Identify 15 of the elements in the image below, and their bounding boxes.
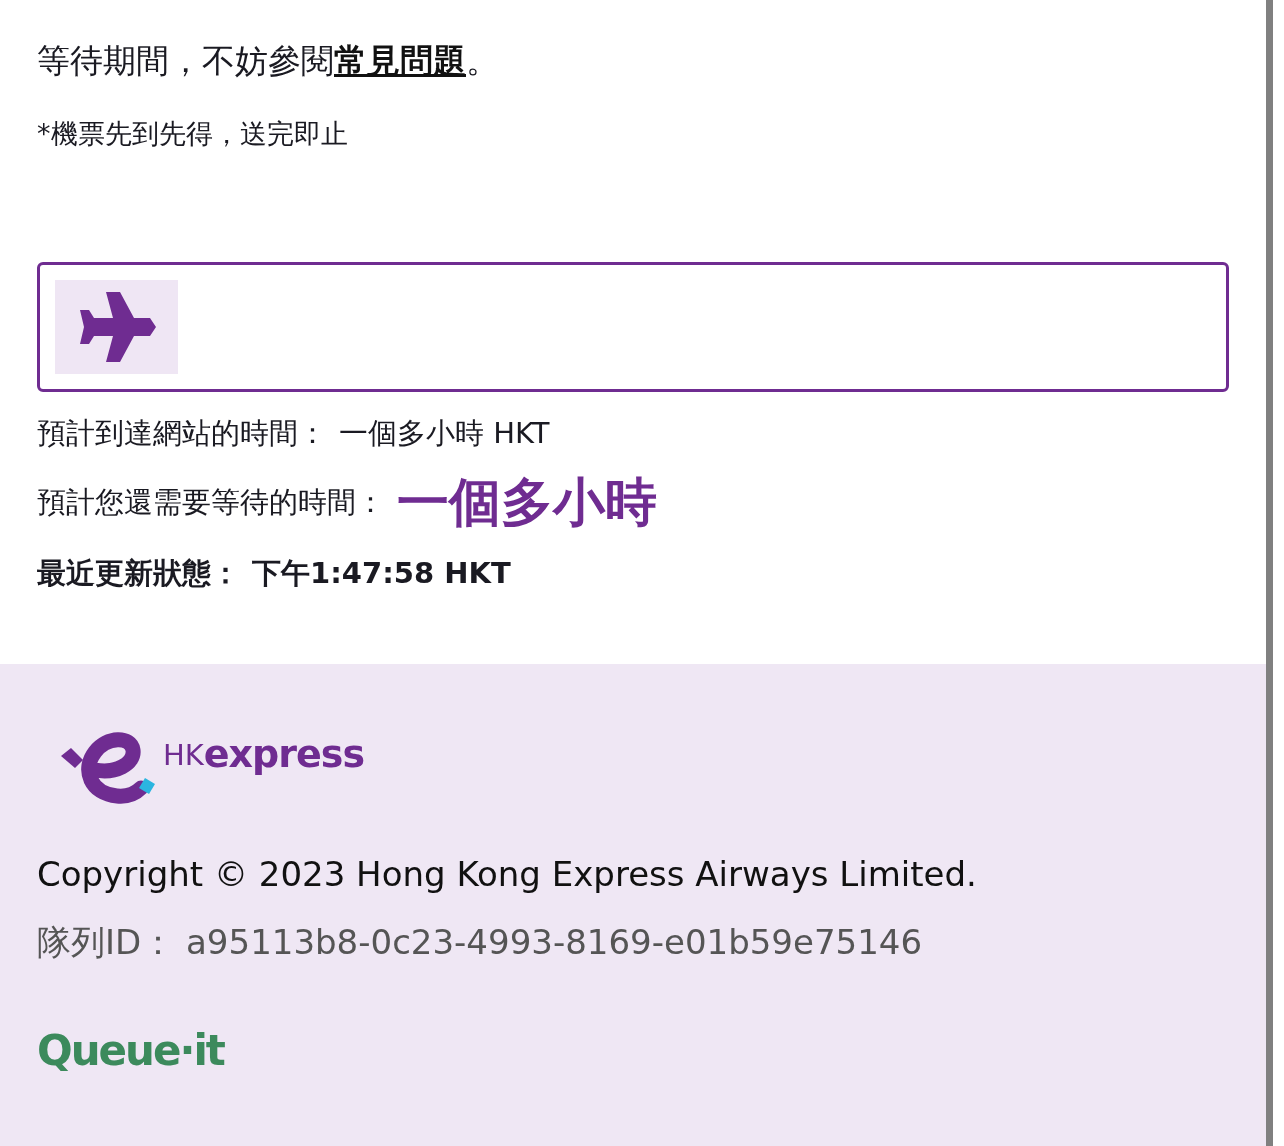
note-text: *機票先到先得，送完即止 [37,117,348,151]
wait-label: 預計您還需要等待的時間： [37,484,385,521]
brand-hk: HK [163,738,204,772]
queue-id-text: 隊列ID： a95113b8-0c23-4993-8169-e01b59e75146 [37,921,923,964]
brand-express: express [203,732,365,776]
arrival-label: 預計到達網站的時間： [37,415,327,452]
wait-time: 一個多小時 [397,471,657,534]
faq-link[interactable]: 常見問題 [334,41,466,80]
updated-time: 下午1:47:58 HKT [252,555,511,592]
queue-it-logo: Queue·it [37,1026,224,1075]
arrival-time: 一個多小時 HKT [339,415,550,452]
updated-label: 最近更新狀態： [37,555,240,592]
airplane-icon [77,292,156,362]
copyright-text: Copyright © 2023 Hong Kong Express Airways Limited. [37,854,977,894]
intro-text: 等待期間，不妨參閱常見問題。 [37,40,499,82]
